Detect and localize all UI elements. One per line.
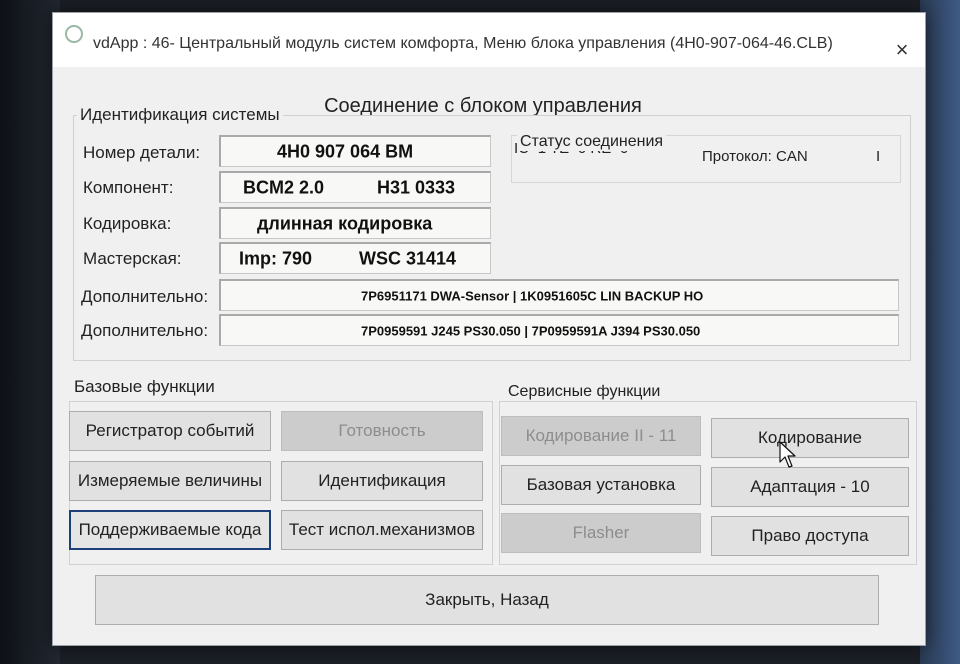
extra-1-value: 7P6951171 DWA-Sensor | 1K0951605C LIN BA… bbox=[361, 288, 704, 303]
workshop-label: Мастерская: bbox=[83, 249, 182, 268]
coding-label: Кодировка: bbox=[83, 214, 172, 233]
event-recorder-button[interactable]: Регистратор событий bbox=[69, 411, 271, 451]
base-functions-label: Базовые функции bbox=[71, 377, 218, 397]
title-bar[interactable]: vdApp : 46- Центральный модуль систем ко… bbox=[53, 13, 925, 67]
identification-group-label: Идентификация системы bbox=[77, 105, 283, 125]
protocol-text: Протокол: CAN bbox=[702, 148, 808, 165]
coding-field[interactable]: длинная кодировка bbox=[219, 207, 491, 239]
extra-1-label: Дополнительно: bbox=[81, 287, 209, 306]
vdapp-window: vdApp : 46- Центральный модуль систем ко… bbox=[52, 12, 926, 646]
coding-ii-button[interactable]: Кодирование II - 11 bbox=[501, 416, 701, 456]
extra-2-label: Дополнительно: bbox=[81, 321, 209, 340]
adaptation-button[interactable]: Адаптация - 10 bbox=[711, 467, 909, 507]
flasher-button[interactable]: Flasher bbox=[501, 513, 701, 553]
output-test-button[interactable]: Тест испол.механизмов bbox=[281, 510, 483, 550]
extra-2-value: 7P0959591 J245 PS30.050 | 7P0959591A J39… bbox=[361, 323, 701, 338]
extra-1-field[interactable]: 7P6951171 DWA-Sensor | 1K0951605C LIN BA… bbox=[219, 279, 899, 311]
component-label: Компонент: bbox=[83, 178, 174, 197]
extra-2-field[interactable]: 7P0959591 J245 PS30.050 | 7P0959591A J39… bbox=[219, 314, 899, 346]
connection-indicator: I bbox=[876, 148, 881, 165]
readiness-button[interactable]: Готовность bbox=[281, 411, 483, 451]
component-value-b: H31 0333 bbox=[377, 177, 456, 197]
basic-settings-button[interactable]: Базовая установка bbox=[501, 465, 701, 505]
workshop-value-a: Imp: 790 bbox=[239, 248, 313, 268]
window-title: vdApp : 46- Центральный модуль систем ко… bbox=[93, 35, 833, 52]
close-back-button[interactable]: Закрыть, Назад bbox=[95, 575, 879, 625]
component-field[interactable]: BCM2 2.0 H31 0333 bbox=[219, 171, 491, 203]
workshop-value-b: WSC 31414 bbox=[359, 248, 457, 268]
coding-value: длинная кодировка bbox=[257, 213, 433, 233]
app-icon bbox=[65, 25, 83, 43]
desktop-background-left bbox=[0, 0, 60, 664]
supported-codes-button[interactable]: Поддерживаемые кода bbox=[69, 510, 271, 550]
access-rights-button[interactable]: Право доступа bbox=[711, 516, 909, 556]
desktop-background-right bbox=[920, 0, 960, 664]
connection-status-label: Статус соединения bbox=[517, 133, 667, 151]
close-icon[interactable]: × bbox=[889, 37, 915, 63]
coding-button[interactable]: Кодирование bbox=[711, 418, 909, 458]
component-value-a: BCM2 2.0 bbox=[243, 177, 325, 197]
identification-button[interactable]: Идентификация bbox=[281, 461, 483, 501]
part-number-field[interactable]: 4H0 907 064 BM bbox=[219, 135, 491, 167]
workshop-field[interactable]: Imp: 790 WSC 31414 bbox=[219, 242, 491, 274]
part-number-value: 4H0 907 064 BM bbox=[277, 141, 414, 161]
measured-values-button[interactable]: Измеряемые величины bbox=[69, 461, 271, 501]
service-functions-label: Сервисные функции bbox=[505, 383, 664, 401]
part-number-label: Номер детали: bbox=[83, 143, 201, 162]
mouse-cursor-icon bbox=[779, 441, 796, 468]
